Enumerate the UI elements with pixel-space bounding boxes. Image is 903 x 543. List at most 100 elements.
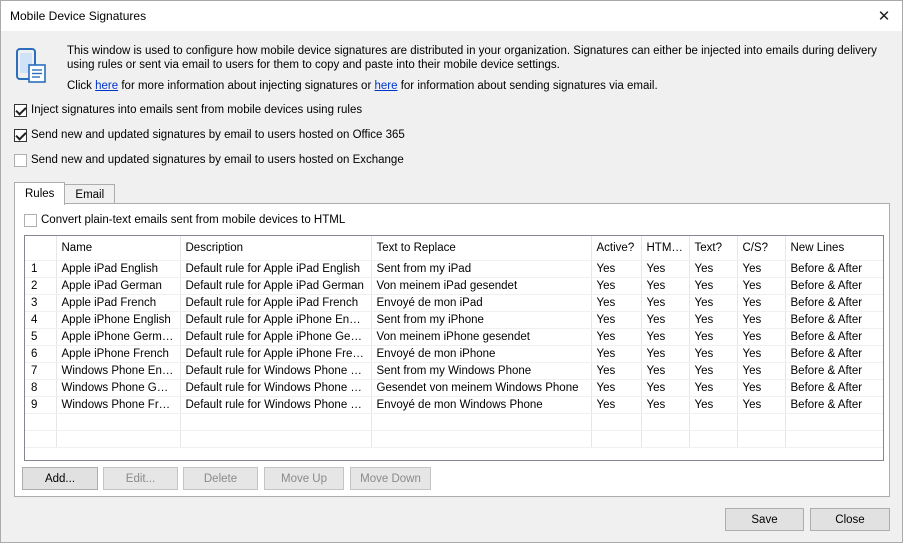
text-value: Yes bbox=[689, 328, 738, 346]
empty-row bbox=[25, 413, 883, 431]
rule-description: Default rule for Windows Phone German bbox=[180, 379, 372, 397]
table-row[interactable]: 3 Apple iPad French Default rule for Apple… bbox=[25, 294, 883, 312]
new-lines-value: Before & After bbox=[785, 277, 883, 295]
tab-email[interactable]: Email bbox=[65, 184, 116, 204]
empty-cell bbox=[689, 430, 738, 448]
row-number: 8 bbox=[25, 379, 57, 397]
active-value: Yes bbox=[591, 379, 642, 397]
rule-name: Apple iPhone English bbox=[56, 311, 181, 329]
html-value: Yes bbox=[641, 345, 690, 363]
table-row[interactable]: 1 Apple iPad English Default rule for Appl… bbox=[25, 260, 883, 278]
rules-table[interactable]: Name Description Text to Replace Active?… bbox=[24, 235, 884, 461]
cs-value: Yes bbox=[737, 379, 786, 397]
empty-cell bbox=[737, 413, 786, 431]
move-down-button[interactable]: Move Down bbox=[350, 467, 431, 490]
empty-cell bbox=[56, 430, 181, 448]
empty-cell bbox=[641, 430, 690, 448]
rule-name: Apple iPad French bbox=[56, 294, 181, 312]
inject-checkbox[interactable] bbox=[14, 103, 27, 117]
rule-description: Default rule for Apple iPad French bbox=[180, 294, 372, 312]
column-header-html[interactable]: HTML? bbox=[641, 236, 690, 261]
convert-option[interactable]: Convert plain-text emails sent from mobi… bbox=[24, 212, 345, 228]
window-title: Mobile Device Signatures bbox=[10, 9, 147, 23]
table-row[interactable]: 2 Apple iPad German Default rule for Apple… bbox=[25, 277, 883, 295]
intro-click-text: Click bbox=[67, 80, 96, 92]
table-row[interactable]: 7 Windows Phone English Default rule for W… bbox=[25, 362, 883, 380]
exchange-checkbox[interactable] bbox=[14, 153, 27, 167]
empty-cell bbox=[785, 413, 883, 431]
text-value: Yes bbox=[689, 362, 738, 380]
row-number: 1 bbox=[25, 260, 57, 278]
rule-name: Apple iPad English bbox=[56, 260, 181, 278]
text-to-replace: Envoyé de mon iPhone bbox=[371, 345, 592, 363]
office365-option[interactable]: Send new and updated signatures by email… bbox=[14, 127, 405, 143]
empty-cell bbox=[737, 430, 786, 448]
rule-name: Windows Phone German bbox=[56, 379, 181, 397]
exchange-option[interactable]: Send new and updated signatures by email… bbox=[14, 152, 404, 168]
new-lines-value: Before & After bbox=[785, 294, 883, 312]
column-header-name[interactable]: Name bbox=[56, 236, 181, 261]
column-header-description[interactable]: Description bbox=[180, 236, 372, 261]
close-button[interactable]: Close bbox=[810, 508, 890, 531]
exchange-label: Send new and updated signatures by email… bbox=[31, 154, 404, 166]
active-value: Yes bbox=[591, 345, 642, 363]
intro-paragraph: This window is used to configure how mob… bbox=[67, 45, 877, 71]
close-icon[interactable]: ✕ bbox=[872, 4, 896, 28]
inject-option[interactable]: Inject signatures into emails sent from … bbox=[14, 102, 362, 118]
save-button[interactable]: Save bbox=[725, 508, 804, 531]
email-info-link[interactable]: here bbox=[374, 80, 397, 92]
convert-checkbox[interactable] bbox=[24, 213, 37, 227]
new-lines-value: Before & After bbox=[785, 345, 883, 363]
column-header-active[interactable]: Active? bbox=[591, 236, 642, 261]
rule-name: Windows Phone French bbox=[56, 396, 181, 414]
rule-description: Default rule for Apple iPhone English bbox=[180, 311, 372, 329]
empty-cell bbox=[689, 413, 738, 431]
active-value: Yes bbox=[591, 277, 642, 295]
rule-name: Apple iPhone German bbox=[56, 328, 181, 346]
inject-info-link[interactable]: here bbox=[95, 80, 118, 92]
add-button[interactable]: Add... bbox=[22, 467, 98, 490]
row-number: 7 bbox=[25, 362, 57, 380]
row-number: 3 bbox=[25, 294, 57, 312]
text-to-replace: Sent from my iPhone bbox=[371, 311, 592, 329]
cs-value: Yes bbox=[737, 277, 786, 295]
table-row[interactable]: 8 Windows Phone German Default rule for Wi… bbox=[25, 379, 883, 397]
cs-value: Yes bbox=[737, 294, 786, 312]
title-bar: Mobile Device Signatures ✕ bbox=[1, 1, 902, 31]
column-header-new-lines[interactable]: New Lines bbox=[785, 236, 883, 261]
rule-description: Default rule for Apple iPhone German bbox=[180, 328, 372, 346]
active-value: Yes bbox=[591, 362, 642, 380]
text-value: Yes bbox=[689, 311, 738, 329]
text-value: Yes bbox=[689, 396, 738, 414]
active-value: Yes bbox=[591, 311, 642, 329]
text-value: Yes bbox=[689, 294, 738, 312]
table-row[interactable]: 5 Apple iPhone German Default rule for App… bbox=[25, 328, 883, 346]
new-lines-value: Before & After bbox=[785, 379, 883, 397]
rules-panel: Convert plain-text emails sent from mobi… bbox=[14, 203, 890, 497]
column-header-text[interactable]: Text? bbox=[689, 236, 738, 261]
office365-checkbox[interactable] bbox=[14, 128, 27, 142]
cs-value: Yes bbox=[737, 311, 786, 329]
delete-button[interactable]: Delete bbox=[183, 467, 258, 490]
html-value: Yes bbox=[641, 379, 690, 397]
rule-name: Windows Phone English bbox=[56, 362, 181, 380]
table-row[interactable]: 4 Apple iPhone English Default rule for Ap… bbox=[25, 311, 883, 329]
rule-description: Default rule for Apple iPad German bbox=[180, 277, 372, 295]
column-header-cs[interactable]: C/S? bbox=[737, 236, 786, 261]
empty-cell bbox=[591, 430, 642, 448]
tab-rules[interactable]: Rules bbox=[14, 182, 66, 205]
empty-cell bbox=[180, 413, 372, 431]
move-up-button[interactable]: Move Up bbox=[264, 467, 344, 490]
column-header-text-to-replace[interactable]: Text to Replace bbox=[371, 236, 592, 261]
table-header-row: Name Description Text to Replace Active?… bbox=[25, 236, 883, 261]
text-to-replace: Sent from my Windows Phone bbox=[371, 362, 592, 380]
edit-button[interactable]: Edit... bbox=[103, 467, 178, 490]
table-row[interactable]: 6 Apple iPhone French Default rule for App… bbox=[25, 345, 883, 363]
table-row[interactable]: 9 Windows Phone French Default rule for Wi… bbox=[25, 396, 883, 414]
text-to-replace: Sent from my iPad bbox=[371, 260, 592, 278]
new-lines-value: Before & After bbox=[785, 260, 883, 278]
convert-label: Convert plain-text emails sent from mobi… bbox=[41, 214, 346, 226]
text-value: Yes bbox=[689, 379, 738, 397]
column-header[interactable] bbox=[25, 236, 57, 261]
cs-value: Yes bbox=[737, 362, 786, 380]
